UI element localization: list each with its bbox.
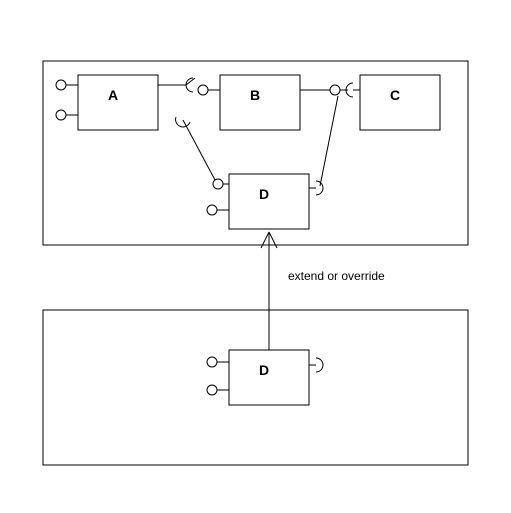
box-a: A xyxy=(78,75,158,130)
box-d-label: D xyxy=(259,186,269,202)
box-d: D xyxy=(229,174,309,229)
extend-override-label: extend or override xyxy=(288,269,385,283)
port-a-left-1 xyxy=(56,80,78,90)
port-d2-left-2 xyxy=(207,385,229,395)
box-c: C xyxy=(360,75,440,130)
box-d-lower: D xyxy=(229,350,309,405)
box-d-lower-label: D xyxy=(259,362,269,378)
box-a-label: A xyxy=(108,87,118,103)
extend-override-arrow xyxy=(261,232,277,350)
diagram-canvas: A B C D xyxy=(0,0,511,513)
box-b-label: B xyxy=(250,87,260,103)
port-d2-left-1 xyxy=(207,357,229,367)
port-a-left-2 xyxy=(56,110,78,120)
connector-a-to-b xyxy=(158,78,220,95)
port-d2-right xyxy=(309,358,323,372)
box-c-label: C xyxy=(390,87,400,103)
box-b: B xyxy=(220,75,300,130)
connector-b-to-c xyxy=(300,83,360,97)
connector-d-right-to-c xyxy=(309,96,338,195)
port-d-left-2 xyxy=(207,205,229,215)
